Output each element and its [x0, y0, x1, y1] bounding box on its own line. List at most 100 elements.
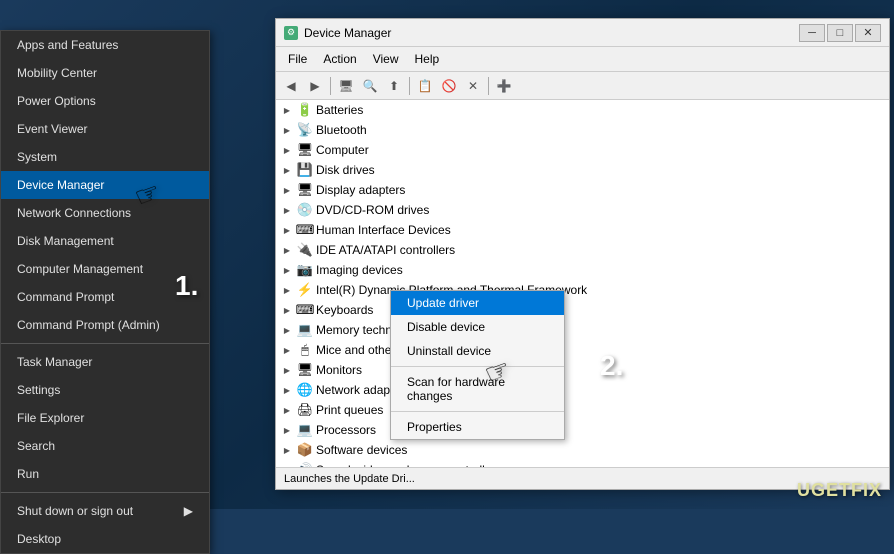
tree-bluetooth[interactable]: ▶ 📡 Bluetooth	[276, 120, 889, 140]
label-bluetooth: Bluetooth	[316, 123, 367, 137]
arrow-intel-dynamic: ▶	[280, 283, 294, 297]
tree-ide[interactable]: ▶ 🔌 IDE ATA/ATAPI controllers	[276, 240, 889, 260]
tree-batteries[interactable]: ▶ 🔋 Batteries	[276, 100, 889, 120]
tree-network[interactable]: ▶ 🌐 Network adapters	[276, 380, 889, 400]
menu-item-apps[interactable]: Apps and Features	[1, 31, 209, 59]
status-text: Launches the Update Dri...	[284, 473, 415, 485]
toolbar-update[interactable]: ⬆	[383, 75, 405, 97]
menu-item-settings[interactable]: Settings	[1, 376, 209, 404]
arrow-disk: ▶	[280, 163, 294, 177]
menu-item-desktop[interactable]: Desktop	[1, 525, 209, 553]
arrow-processors: ▶	[280, 423, 294, 437]
toolbar-uninstall[interactable]: ✕	[462, 75, 484, 97]
menu-item-search[interactable]: Search	[1, 432, 209, 460]
menu-item-network[interactable]: Network Connections	[1, 199, 209, 227]
icon-keyboards: ⌨	[297, 302, 313, 318]
label-processors: Processors	[316, 423, 376, 437]
label-software: Software devices	[316, 443, 407, 457]
menu-action[interactable]: Action	[315, 49, 364, 69]
menu-help[interactable]: Help	[407, 49, 448, 69]
arrow-mice: ▶	[280, 343, 294, 357]
icon-display: 🖥	[297, 182, 313, 198]
toolbar-back[interactable]: ◀	[280, 75, 302, 97]
context-properties[interactable]: Properties	[391, 415, 564, 439]
tree-imaging[interactable]: ▶ 📷 Imaging devices	[276, 260, 889, 280]
menu-item-event[interactable]: Event Viewer	[1, 115, 209, 143]
context-uninstall-device[interactable]: Uninstall device	[391, 339, 564, 363]
arrow-print: ▶	[280, 403, 294, 417]
toolbar-forward[interactable]: ▶	[304, 75, 326, 97]
start-menu: Apps and Features Mobility Center Power …	[0, 30, 210, 554]
menu-file[interactable]: File	[280, 49, 315, 69]
menu-bar: File Action View Help	[276, 47, 889, 72]
menu-item-power[interactable]: Power Options	[1, 87, 209, 115]
label-ide: IDE ATA/ATAPI controllers	[316, 243, 455, 257]
label-hid: Human Interface Devices	[316, 223, 451, 237]
device-manager-icon: ⚙	[284, 26, 298, 40]
menu-view[interactable]: View	[365, 49, 407, 69]
tree-display[interactable]: ▶ 🖥 Display adapters	[276, 180, 889, 200]
icon-print: 🖨	[297, 402, 313, 418]
toolbar: ◀ ▶ 🖥 🔍 ⬆ 📋 🚫 ✕ ➕	[276, 72, 889, 100]
arrow-dvd: ▶	[280, 203, 294, 217]
title-bar: ⚙ Device Manager ─ □ ✕	[276, 19, 889, 47]
menu-item-computer-mgmt[interactable]: Computer Management	[1, 255, 209, 283]
tree-mice[interactable]: ▶ 🖱 Mice and other pointing devices	[276, 340, 889, 360]
tree-disk-drives[interactable]: ▶ 💾 Disk drives	[276, 160, 889, 180]
icon-disk: 💾	[297, 162, 313, 178]
label-disk: Disk drives	[316, 163, 375, 177]
menu-item-disk[interactable]: Disk Management	[1, 227, 209, 255]
context-disable-device[interactable]: Disable device	[391, 315, 564, 339]
icon-dvd: 💿	[297, 202, 313, 218]
menu-divider-2	[1, 492, 209, 493]
tree-computer[interactable]: ▶ 🖥 Computer	[276, 140, 889, 160]
menu-item-shutdown[interactable]: Shut down or sign out ▶	[1, 497, 209, 525]
toolbar-sep-1	[330, 77, 331, 95]
label-computer: Computer	[316, 143, 369, 157]
minimize-button[interactable]: ─	[799, 24, 825, 42]
tree-software[interactable]: ▶ 📦 Software devices	[276, 440, 889, 460]
menu-item-device-manager[interactable]: Device Manager	[1, 171, 209, 199]
context-update-driver[interactable]: Update driver	[391, 291, 564, 315]
context-scan-hardware[interactable]: Scan for hardware changes	[391, 370, 564, 408]
menu-item-system[interactable]: System	[1, 143, 209, 171]
icon-computer: 🖥	[297, 142, 313, 158]
tree-print[interactable]: ▶ 🖨 Print queues	[276, 400, 889, 420]
tree-hid[interactable]: ▶ ⌨ Human Interface Devices	[276, 220, 889, 240]
icon-ide: 🔌	[297, 242, 313, 258]
arrow-keyboards: ▶	[280, 303, 294, 317]
close-button[interactable]: ✕	[855, 24, 881, 42]
icon-monitors: 🖥	[297, 362, 313, 378]
icon-network: 🌐	[297, 382, 313, 398]
context-sep-1	[391, 366, 564, 367]
icon-hid: ⌨	[297, 222, 313, 238]
icon-mice: 🖱	[297, 342, 313, 358]
tree-dvd[interactable]: ▶ 💿 DVD/CD-ROM drives	[276, 200, 889, 220]
device-manager-window: ⚙ Device Manager ─ □ ✕ File Action View …	[275, 18, 890, 490]
tree-memory[interactable]: ▶ 💻 Memory technology devices	[276, 320, 889, 340]
arrow-hid: ▶	[280, 223, 294, 237]
tree-sound[interactable]: ▼ 🔊 Sound, video and game controllers	[276, 460, 889, 467]
label-display: Display adapters	[316, 183, 405, 197]
tree-keyboards[interactable]: ▶ ⌨ Keyboards	[276, 300, 889, 320]
menu-item-run[interactable]: Run	[1, 460, 209, 488]
menu-item-cmd[interactable]: Command Prompt	[1, 283, 209, 311]
watermark: UGETFIX	[797, 480, 882, 501]
menu-item-cmd-admin[interactable]: Command Prompt (Admin)	[1, 311, 209, 339]
maximize-button[interactable]: □	[827, 24, 853, 42]
menu-item-file-explorer[interactable]: File Explorer	[1, 404, 209, 432]
toolbar-disable[interactable]: 🚫	[438, 75, 460, 97]
toolbar-refresh[interactable]: 🖥	[335, 75, 357, 97]
desktop: Apps and Features Mobility Center Power …	[0, 0, 894, 509]
tree-processors[interactable]: ▶ 💻 Processors	[276, 420, 889, 440]
tree-monitors[interactable]: ▶ 🖥 Monitors	[276, 360, 889, 380]
tree-intel-dynamic[interactable]: ▶ ⚡ Intel(R) Dynamic Platform and Therma…	[276, 280, 889, 300]
arrow-monitors: ▶	[280, 363, 294, 377]
label-imaging: Imaging devices	[316, 263, 403, 277]
toolbar-props[interactable]: 📋	[414, 75, 436, 97]
toolbar-add[interactable]: ➕	[493, 75, 515, 97]
menu-item-task-manager[interactable]: Task Manager	[1, 348, 209, 376]
toolbar-scan[interactable]: 🔍	[359, 75, 381, 97]
tree-scroll-area[interactable]: ▶ 🔋 Batteries ▶ 📡 Bluetooth ▶ 🖥 Computer…	[276, 100, 889, 467]
menu-item-mobility[interactable]: Mobility Center	[1, 59, 209, 87]
